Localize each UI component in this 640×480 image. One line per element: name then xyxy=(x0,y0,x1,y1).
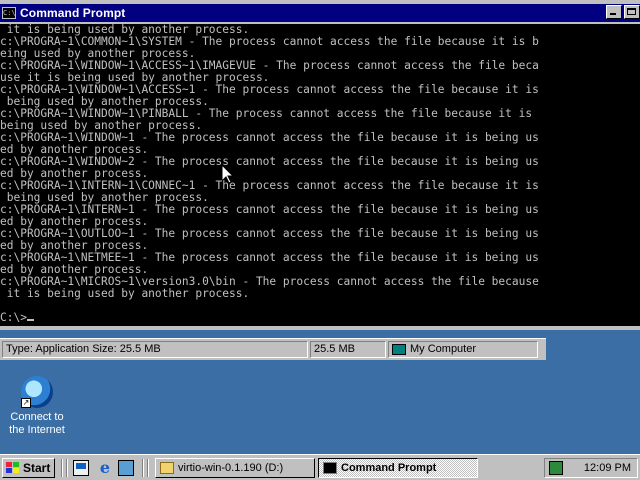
status-zone-label: My Computer xyxy=(410,343,477,355)
taskbar-separator xyxy=(66,459,68,477)
channels-icon[interactable] xyxy=(118,460,134,476)
status-size: 25.5 MB xyxy=(310,341,386,358)
cmd-icon xyxy=(323,462,337,474)
desktop-icon-label: Connect to the Internet xyxy=(9,411,65,436)
console-output[interactable]: it is being used by another process. c:\P… xyxy=(0,24,640,326)
show-desktop-icon[interactable] xyxy=(73,460,89,476)
title-bar[interactable]: C:\ Command Prompt xyxy=(0,4,640,22)
taskbar-button-explorer[interactable]: virtio-win-0.1.190 (D:) xyxy=(155,458,315,478)
my-computer-icon xyxy=(392,343,406,355)
text-cursor xyxy=(26,319,34,321)
system-tray: 12:09 PM xyxy=(544,458,638,478)
taskbar-separator xyxy=(142,459,144,477)
start-label: Start xyxy=(23,461,51,475)
explorer-status-bar: Type: Application Size: 25.5 MB 25.5 MB … xyxy=(0,338,546,360)
status-type-info: Type: Application Size: 25.5 MB xyxy=(2,341,308,358)
internet-connection-icon: ↗ xyxy=(21,376,53,408)
mouse-pointer-icon xyxy=(222,165,234,184)
taskbar-button-label: virtio-win-0.1.190 (D:) xyxy=(178,462,284,474)
maximize-button[interactable] xyxy=(624,5,640,19)
status-zone: My Computer xyxy=(388,341,538,358)
console-line: it is being used by another process. xyxy=(0,287,250,300)
taskbar: Start e virtio-win-0.1.190 (D:) Command … xyxy=(0,454,640,480)
desktop-icon-connect-internet[interactable]: ↗ Connect to the Internet xyxy=(2,376,72,437)
shortcut-arrow-icon: ↗ xyxy=(21,398,31,408)
clock[interactable]: 12:09 PM xyxy=(584,462,631,474)
console-line: C:\> xyxy=(0,312,640,324)
network-tray-icon[interactable] xyxy=(549,461,563,475)
cmd-window-icon[interactable]: C:\ xyxy=(2,7,16,19)
window-title: Command Prompt xyxy=(20,6,126,20)
folder-icon xyxy=(160,462,174,474)
taskbar-separator xyxy=(61,459,63,477)
taskbar-separator xyxy=(147,459,149,477)
minimize-button[interactable] xyxy=(606,5,622,19)
windows-logo-icon xyxy=(6,462,20,474)
start-button[interactable]: Start xyxy=(2,458,55,478)
taskbar-button-command-prompt[interactable]: Command Prompt xyxy=(318,458,478,478)
taskbar-button-label: Command Prompt xyxy=(341,462,437,474)
internet-explorer-icon[interactable]: e xyxy=(97,460,113,476)
command-prompt-window[interactable]: C:\ Command Prompt it is being used by a… xyxy=(0,0,640,330)
